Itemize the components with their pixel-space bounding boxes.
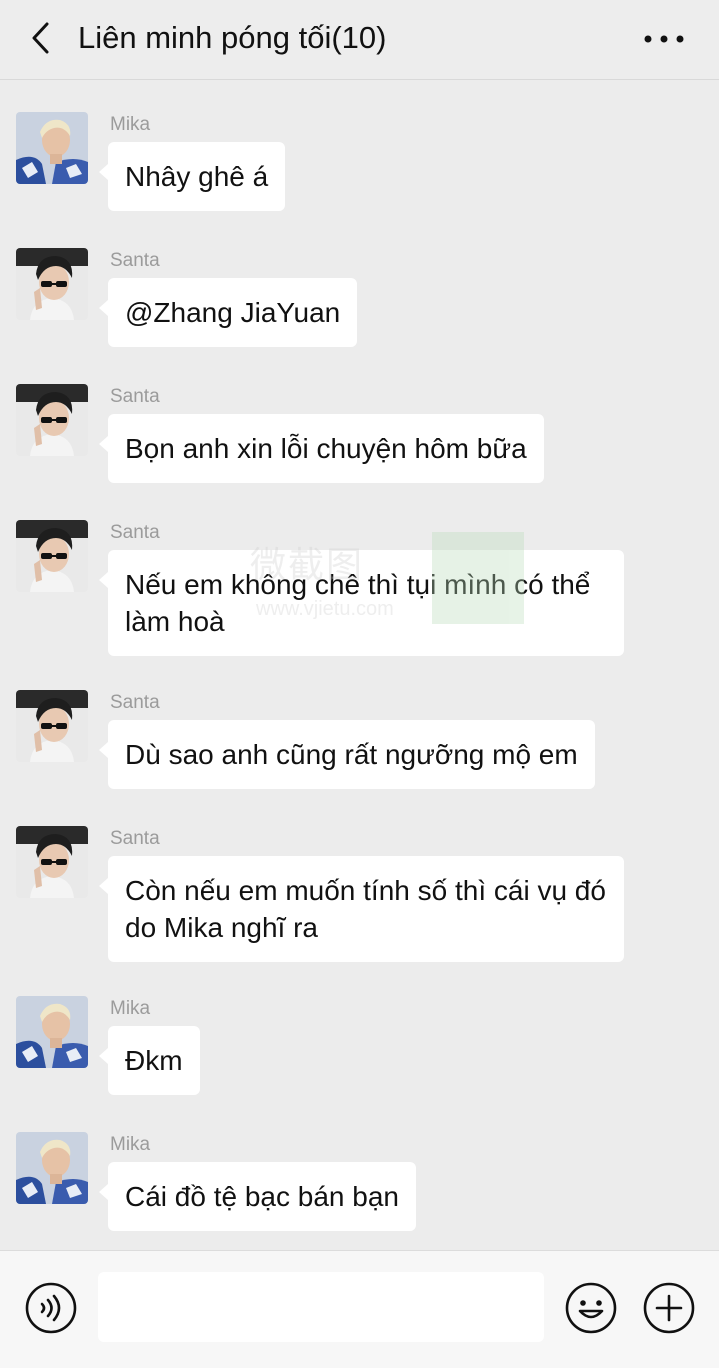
message-input[interactable] xyxy=(98,1272,544,1342)
message-bubble[interactable]: Nếu em không chê thì tụi mình có thể làm… xyxy=(99,550,624,656)
chevron-left-icon xyxy=(32,22,49,54)
message-bubble[interactable]: Còn nếu em muốn tính số thì cái vụ đó do… xyxy=(99,856,624,962)
message-bubble[interactable]: Cái đồ tệ bạc bán bạn xyxy=(99,1162,416,1231)
plus-icon xyxy=(643,1282,695,1334)
sender-name: Mika xyxy=(110,114,151,135)
avatar[interactable] xyxy=(16,520,88,592)
sender-name: Santa xyxy=(110,386,160,407)
voice-button[interactable] xyxy=(24,1281,78,1335)
avatar[interactable] xyxy=(16,384,88,456)
message-bubble[interactable]: Bọn anh xin lỗi chuyện hôm bữa xyxy=(99,414,544,483)
message-bubble[interactable]: @Zhang JiaYuan xyxy=(98,278,358,347)
sender-name: Santa xyxy=(110,522,160,543)
sender-name: Santa xyxy=(110,692,160,713)
avatar[interactable] xyxy=(16,690,88,762)
input-bar xyxy=(0,1250,719,1368)
sender-name: Mika xyxy=(110,1134,151,1155)
message-bubble[interactable]: Đkm xyxy=(99,1026,200,1095)
more-options-button[interactable] xyxy=(640,22,688,56)
avatar[interactable] xyxy=(16,996,88,1068)
avatar[interactable] xyxy=(16,248,88,320)
avatar[interactable] xyxy=(16,826,88,898)
message-bubble[interactable]: Nhây ghê á xyxy=(98,142,286,211)
avatar[interactable] xyxy=(16,112,88,184)
plus-button[interactable] xyxy=(642,1281,696,1335)
voice-icon xyxy=(25,1282,77,1334)
emoji-icon xyxy=(565,1282,617,1334)
avatar[interactable] xyxy=(16,1132,88,1204)
message-bubble[interactable]: Dù sao anh cũng rất ngưỡng mộ em xyxy=(99,720,595,789)
sender-name: Santa xyxy=(110,828,160,849)
chat-header: Liên minh póng tối(10) xyxy=(0,0,719,80)
sender-name: Mika xyxy=(110,998,151,1019)
emoji-button[interactable] xyxy=(564,1281,618,1335)
chat-title: Liên minh póng tối(10) xyxy=(78,20,387,55)
sender-name: Santa xyxy=(110,250,160,271)
more-dots-icon xyxy=(644,35,684,43)
back-button[interactable] xyxy=(22,18,62,58)
